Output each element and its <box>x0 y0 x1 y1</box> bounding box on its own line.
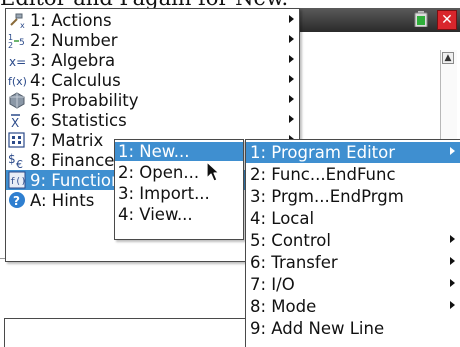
menu-item-label: 8: Mode <box>250 297 317 316</box>
svg-text:$: $ <box>8 152 16 166</box>
scroll-up-icon[interactable]: ▲ <box>442 52 454 64</box>
chevron-right-icon <box>289 55 294 63</box>
menu-item-control[interactable]: 5: Control <box>246 230 460 251</box>
menu-item-label: 5: Probability <box>30 90 139 110</box>
chevron-right-icon <box>450 147 455 155</box>
menu-item-add-new-line[interactable]: 9: Add New Line <box>246 318 460 339</box>
menu-item-label: 9: Add New Line <box>250 319 385 338</box>
number-icon: 125 <box>8 31 26 49</box>
entry-line[interactable] <box>4 318 252 347</box>
menu-item-label: 3: Algebra <box>30 50 116 70</box>
svg-text:€: € <box>16 158 23 169</box>
submenu-item-label: 3: Import... <box>118 184 210 203</box>
svg-text:f(): f() <box>10 177 26 187</box>
svg-text:?: ? <box>13 194 20 208</box>
menu-item-label: 1: Actions <box>30 10 112 30</box>
menu-item-label: 7: I/O <box>250 275 295 294</box>
menu-item-label: 2: Func...EndFunc <box>250 165 396 184</box>
submenu-item-new[interactable]: 1: New... <box>115 142 243 161</box>
matrix-icon <box>8 131 26 149</box>
chevron-right-icon <box>289 95 294 103</box>
menu-item-mode[interactable]: 8: Mode <box>246 296 460 317</box>
menu-item-label: 4: Local <box>250 209 315 228</box>
menu-item-label: 6: Transfer <box>250 253 338 272</box>
statistics-icon: X <box>8 111 26 129</box>
chevron-right-icon <box>450 279 455 287</box>
chevron-right-icon <box>450 235 455 243</box>
menu-item-transfer[interactable]: 6: Transfer <box>246 252 460 273</box>
submenu-item-label: 4: View... <box>118 205 193 224</box>
menu-item-prgm-endprgm[interactable]: 3: Prgm...EndPrgm <box>246 186 460 207</box>
submenu-item-import[interactable]: 3: Import... <box>115 184 243 203</box>
algebra-icon: x= <box>8 51 26 69</box>
svg-text:f(x): f(x) <box>8 75 26 88</box>
menu-item-probability[interactable]: 5: Probability <box>6 90 299 110</box>
svg-text:x: x <box>20 21 25 29</box>
submenu-item-label: 2: Open... <box>118 163 200 182</box>
program-editor-menu: 1: Program Editor 2: Func...EndFunc 3: P… <box>245 139 460 347</box>
menu-item-number[interactable]: 125 2: Number <box>6 30 299 50</box>
svg-text:x=: x= <box>9 55 26 69</box>
menu-item-label: A: Hints <box>30 190 95 210</box>
menu-item-label: 6: Statistics <box>30 110 127 130</box>
probability-icon <box>8 91 26 109</box>
chevron-right-icon <box>289 115 294 123</box>
functions-programs-icon: f() <box>8 171 26 189</box>
window-titlebar <box>296 8 460 32</box>
svg-text:5: 5 <box>19 38 25 48</box>
chevron-right-icon <box>450 257 455 265</box>
actions-icon: x <box>8 11 26 29</box>
menu-item-algebra[interactable]: x= 3: Algebra <box>6 50 299 70</box>
calculus-icon: f(x) <box>8 71 26 89</box>
menu-item-calculus[interactable]: f(x) 4: Calculus <box>6 70 299 90</box>
battery-icon <box>414 11 428 28</box>
menu-item-local[interactable]: 4: Local <box>246 208 460 229</box>
svg-text:2: 2 <box>8 41 13 49</box>
mouse-cursor-icon <box>205 161 221 183</box>
menu-item-label: 1: Program Editor <box>250 143 395 162</box>
submenu-item-label: 1: New... <box>118 142 190 161</box>
menu-item-label: 8: Finance <box>30 150 115 170</box>
chevron-right-icon <box>450 301 455 309</box>
menu-item-label: 5: Control <box>250 231 331 250</box>
hints-icon: ? <box>8 191 26 209</box>
svg-text:X: X <box>11 116 19 129</box>
menu-item-label: 7: Matrix <box>30 130 104 150</box>
submenu-item-open[interactable]: 2: Open... <box>115 163 243 182</box>
menu-item-label: 3: Prgm...EndPrgm <box>250 187 404 206</box>
editor-area <box>296 32 460 140</box>
menu-item-func-endfunc[interactable]: 2: Func...EndFunc <box>246 164 460 185</box>
chevron-right-icon <box>289 35 294 43</box>
chevron-right-icon <box>289 75 294 83</box>
finance-icon: $ € <box>8 151 26 169</box>
menu-item-io[interactable]: 7: I/O <box>246 274 460 295</box>
chevron-right-icon <box>289 15 294 23</box>
menu-item-statistics[interactable]: X 6: Statistics <box>6 110 299 130</box>
menu-item-label: 2: Number <box>30 30 118 50</box>
submenu-new-open: 1: New... 2: Open... 3: Import... 4: Vie… <box>114 139 244 240</box>
menu-item-actions[interactable]: x 1: Actions <box>6 10 299 30</box>
menu-item-label: 4: Calculus <box>30 70 121 90</box>
close-icon[interactable]: ✕ <box>437 10 457 30</box>
submenu-item-view[interactable]: 4: View... <box>115 205 243 224</box>
menu-item-program-editor[interactable]: 1: Program Editor <box>246 142 460 163</box>
